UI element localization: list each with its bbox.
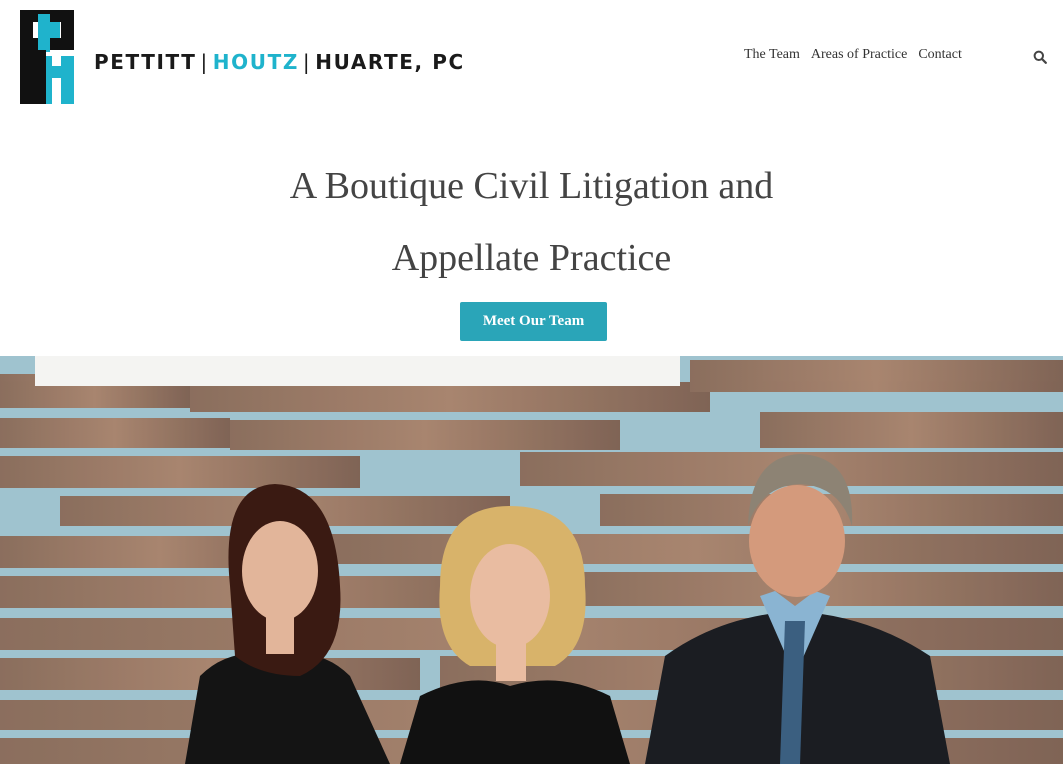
ph-logo-icon [20,10,74,104]
brand-name-part1: PETTITT [94,50,197,74]
brand-wordmark: PETTITT | HOUTZ | HUARTE, PC [94,49,465,75]
meet-our-team-button[interactable]: Meet Our Team [460,302,607,341]
hero-title-line2: Appellate Practice [391,237,672,279]
team-photo-image [0,356,1063,764]
hero-title: A Boutique Civil Litigation and Appellat… [0,150,1063,294]
team-photo [0,356,1063,764]
site-header: PETTITT | HOUTZ | HUARTE, PC The Team Areas … [0,0,1063,120]
nav-item-contact[interactable]: Contact [918,47,962,63]
brand-separator: | [200,50,209,74]
brand-name-part3: HUARTE, PC [315,50,465,74]
nav-item-the-team[interactable]: The Team [744,47,800,63]
brand-separator: | [302,50,312,74]
search-icon[interactable] [1033,50,1047,64]
brand-name-part2: HOUTZ [212,50,299,74]
hero-title-line1: A Boutique Civil Litigation and [289,165,774,207]
nav-item-areas-of-practice[interactable]: Areas of Practice [811,47,907,63]
main-nav: The Team Areas of Practice Contact [744,47,973,63]
logo-link[interactable]: PETTITT | HOUTZ | HUARTE, PC [0,0,470,110]
